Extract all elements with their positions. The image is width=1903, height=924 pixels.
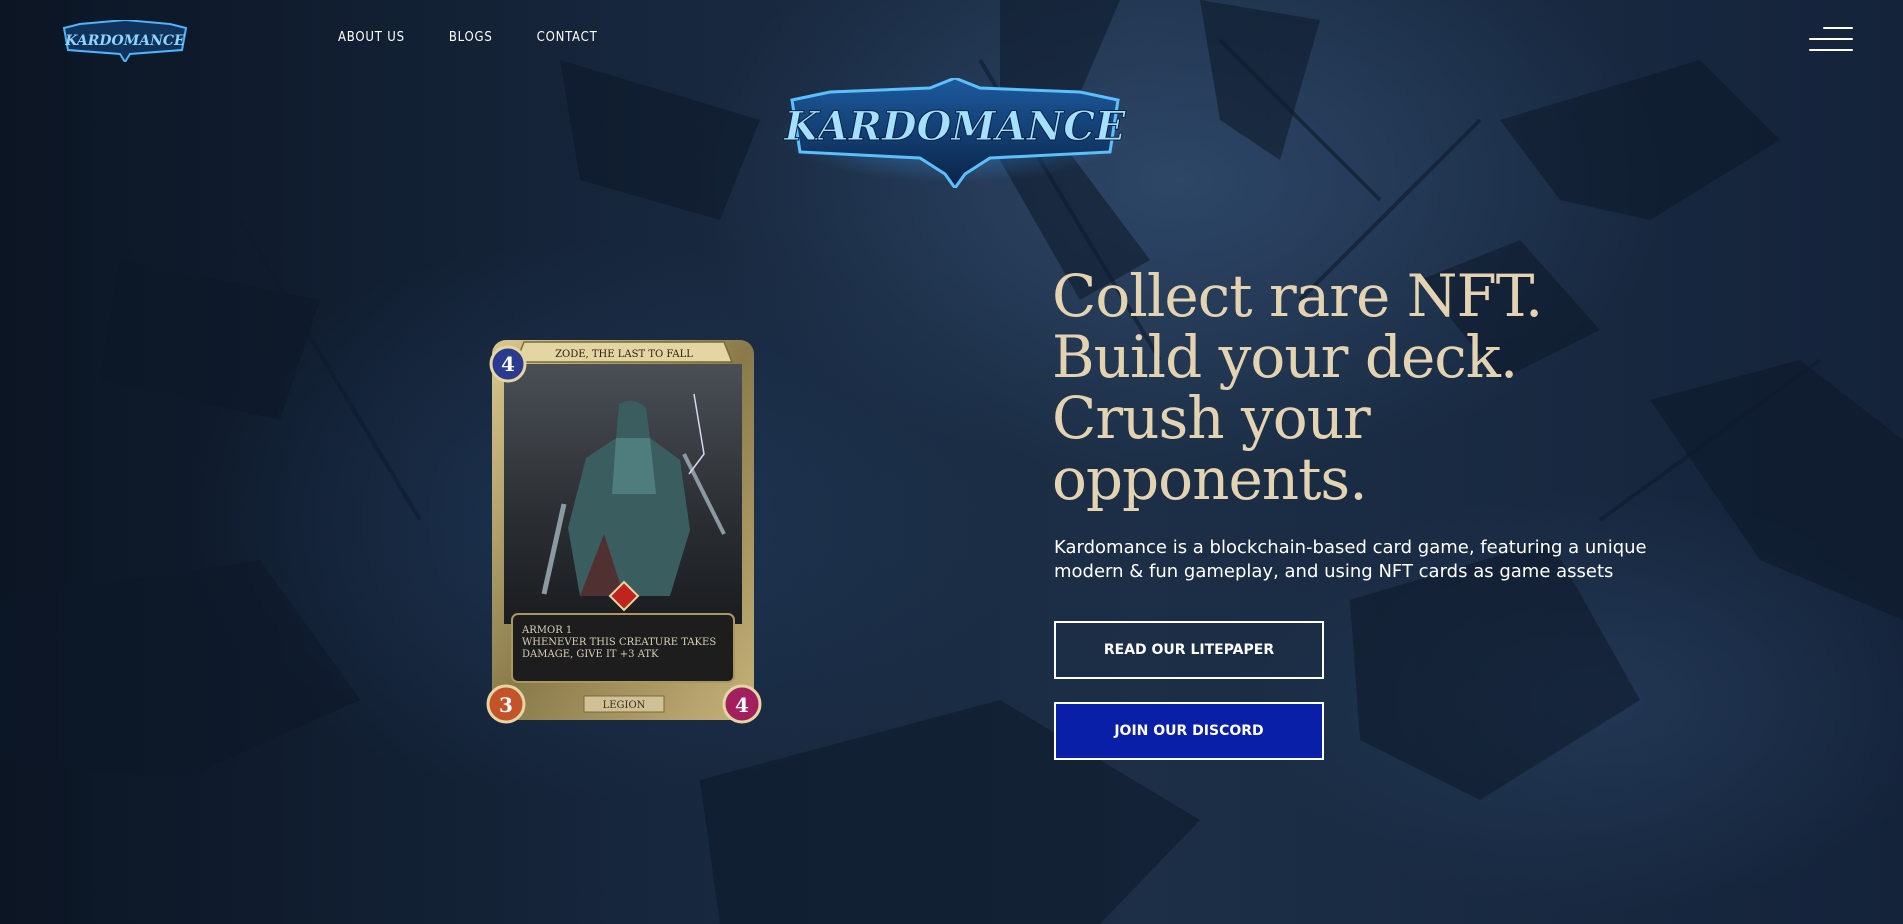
hero-heading: Collect rare NFT. Build your deck. Crush… — [1052, 266, 1612, 510]
nav-contact[interactable]: CONTACT — [537, 30, 598, 45]
card-cost: 4 — [501, 352, 515, 376]
card-health: 4 — [735, 693, 749, 717]
hero-heading-line-4: opponents. — [1052, 445, 1368, 513]
read-litepaper-button[interactable]: READ OUR LITEPAPER — [1054, 621, 1324, 679]
hamburger-menu-icon[interactable] — [1809, 25, 1853, 55]
kardomance-hero-logo: KARDOMANCE — [780, 78, 1130, 188]
card-name: ZODE, THE LAST TO FALL — [555, 349, 693, 360]
hero-heading-line-2: Build your deck. — [1052, 323, 1518, 391]
card-ability-3: DAMAGE, GIVE IT +3 ATK — [522, 649, 659, 660]
hero-logo-text: KARDOMANCE — [783, 103, 1126, 150]
card-ability-1: ARMOR 1 — [521, 625, 572, 636]
nav-logo-text: KARDOMANCE — [64, 33, 185, 49]
hero-heading-line-1: Collect rare NFT. — [1052, 262, 1543, 330]
card-faction: LEGION — [603, 700, 646, 711]
hero-heading-line-3: Crush your — [1052, 384, 1371, 452]
nft-card: ZODE, THE LAST TO FALL 4 ARMOR 1 WHENEVE… — [486, 340, 762, 724]
nav-blogs[interactable]: BLOGS — [449, 30, 493, 45]
card-ability-2: WHENEVER THIS CREATURE TAKES — [522, 637, 716, 648]
kardomance-logo[interactable]: KARDOMANCE — [60, 20, 190, 62]
top-navigation: KARDOMANCE ABOUT US BLOGS CONTACT — [0, 0, 1903, 80]
card-attack: 3 — [499, 693, 513, 717]
page: KARDOMANCE ABOUT US BLOGS CONTACT KARDOM… — [0, 0, 1903, 924]
hero-description: Kardomance is a blockchain-based card ga… — [1054, 537, 1647, 582]
nav-links: ABOUT US BLOGS CONTACT — [338, 30, 598, 45]
nav-about-us[interactable]: ABOUT US — [338, 30, 405, 45]
join-discord-button[interactable]: JOIN OUR DISCORD — [1054, 702, 1324, 760]
